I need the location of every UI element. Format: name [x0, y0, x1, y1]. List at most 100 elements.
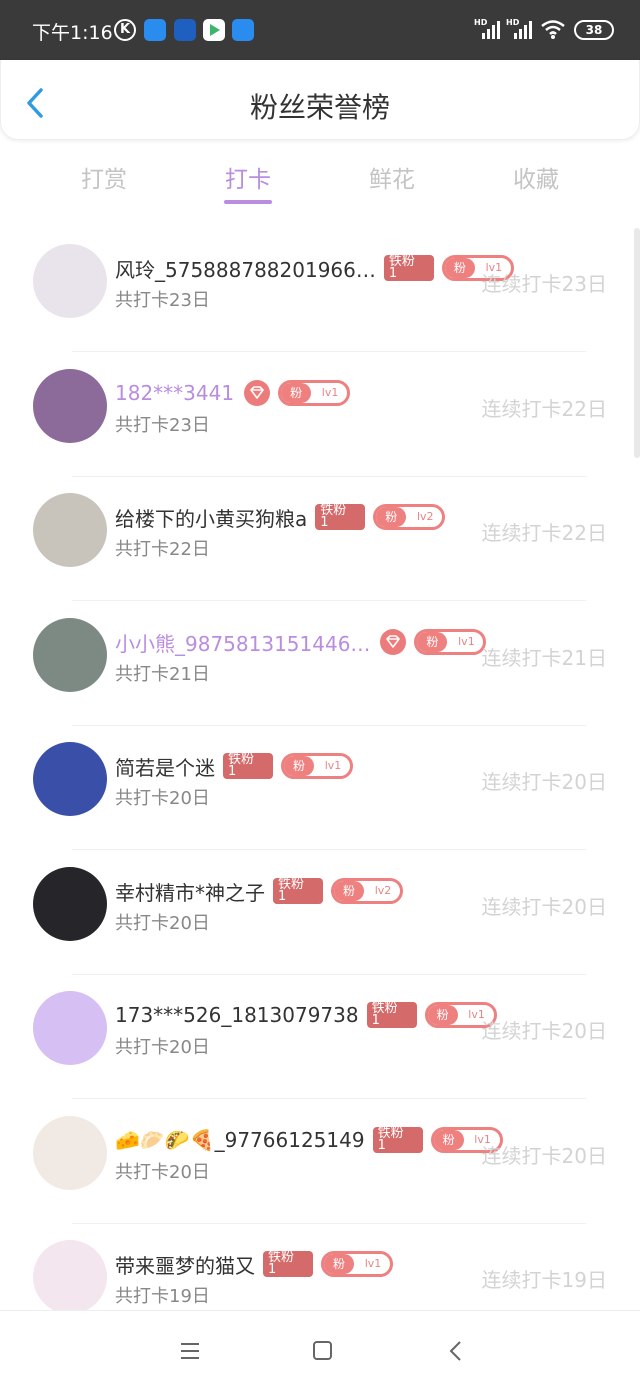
streak-days: 连续打卡22日 — [481, 521, 607, 545]
divider — [72, 351, 586, 352]
play-store-icon — [203, 19, 225, 41]
tab-reward[interactable]: 打赏 — [32, 150, 176, 210]
diamond-icon — [380, 629, 407, 655]
streak-days: 连续打卡20日 — [481, 1144, 607, 1168]
fan-badge-level: lv1 — [364, 1257, 382, 1270]
avatar[interactable] — [33, 1240, 107, 1310]
total-checkin-days: 共打卡22日 — [115, 539, 210, 560]
list-item[interactable]: 幸村精市*神之子 铁粉 1 粉 lv2 共打卡20日 连续打卡20日 — [0, 851, 640, 975]
tab-checkin[interactable]: 打卡 — [176, 150, 320, 210]
total-checkin-days: 共打卡19日 — [115, 1286, 210, 1307]
avatar[interactable] — [33, 618, 107, 692]
iron-fan-badge: 铁粉 1 — [383, 255, 434, 281]
iron-fan-badge: 铁粉 1 — [372, 1127, 423, 1153]
fan-badge-tag: 粉 — [433, 1130, 464, 1150]
list-item[interactable]: 带来噩梦的猫又 铁粉 1 粉 lv1 共打卡19日 连续打卡19日 — [0, 1224, 640, 1310]
streak-days: 连续打卡23日 — [481, 272, 607, 296]
iron-fan-badge: 铁粉 1 — [223, 753, 273, 779]
avatar[interactable] — [33, 742, 107, 816]
iron-fan-badge-rank: 1 — [320, 515, 329, 530]
list-item[interactable]: 风玲_575888788201966… 铁粉 1 粉 lv1 共打卡23日 连续打卡23日 — [0, 228, 640, 352]
avatar[interactable] — [33, 991, 107, 1065]
fan-badge-level: lv2 — [374, 884, 392, 897]
menu-button[interactable] — [178, 1339, 204, 1363]
total-checkin-days: 共打卡23日 — [115, 415, 210, 436]
menu-icon — [181, 1343, 199, 1359]
list-item[interactable]: 给楼下的小黄买狗粮a 铁粉 1 粉 lv2 共打卡22日 连续打卡22日 — [0, 477, 640, 601]
list-item[interactable]: 182***3441 粉 lv1 共打卡23日 连续打卡22日 — [0, 353, 640, 477]
tab-flowers[interactable]: 鲜花 — [320, 150, 464, 210]
total-checkin-days: 共打卡20日 — [115, 1037, 210, 1058]
list-item[interactable]: 🧀🥟🌮🍕_97766125149 铁粉 1 粉 lv1 共打卡20日 连续打卡20日 — [0, 1100, 640, 1224]
user-name[interactable]: 🧀🥟🌮🍕_97766125149 — [115, 1128, 365, 1152]
user-name[interactable]: 小小熊_9875813151446… — [115, 628, 370, 657]
streak-days: 连续打卡20日 — [481, 895, 607, 919]
avatar[interactable] — [33, 1116, 107, 1190]
list-item[interactable]: 173***526_1813079738 铁粉 1 粉 lv1 共打卡20日 连续打卡20日 — [0, 975, 640, 1099]
fan-level-badge: 粉 lv2 — [331, 878, 403, 904]
app-notification-icon — [232, 19, 254, 41]
fan-badge-level: lv2 — [416, 510, 434, 523]
iron-fan-badge: 铁粉 1 — [315, 504, 366, 530]
avatar[interactable] — [33, 867, 107, 941]
diamond-icon — [244, 380, 271, 406]
list-item[interactable]: 简若是个迷 铁粉 1 粉 lv1 共打卡20日 连续打卡20日 — [0, 726, 640, 850]
signal-icon: HD — [506, 18, 532, 41]
home-button[interactable] — [310, 1339, 336, 1363]
battery-indicator: 38 — [574, 20, 614, 40]
user-name-line: 173***526_1813079738 铁粉 1 粉 lv1 — [115, 1000, 497, 1030]
system-nav-bar — [0, 1310, 640, 1387]
home-square-icon — [313, 1341, 332, 1360]
total-checkin-days: 共打卡20日 — [115, 788, 210, 809]
fan-badge-tag: 粉 — [417, 632, 448, 652]
signal-icon: HD — [474, 18, 500, 41]
avatar[interactable] — [33, 244, 107, 318]
user-name[interactable]: 幸村精市*神之子 — [115, 877, 265, 906]
app-notification-icon — [174, 19, 196, 41]
iron-fan-badge: 铁粉 1 — [273, 878, 323, 904]
user-name[interactable]: 173***526_1813079738 — [115, 1003, 359, 1027]
tab-bar: 打赏 打卡 鲜花 收藏 — [32, 150, 608, 210]
total-checkin-days: 共打卡20日 — [115, 1162, 210, 1183]
fan-level-badge: 粉 lv2 — [373, 504, 446, 530]
avatar[interactable] — [33, 369, 107, 443]
total-checkin-days: 共打卡20日 — [115, 913, 210, 934]
fan-badge-tag: 粉 — [281, 383, 312, 403]
iron-fan-badge-rank: 1 — [388, 266, 398, 281]
user-name-line: 给楼下的小黄买狗粮a 铁粉 1 粉 lv2 — [115, 502, 446, 532]
system-back-button[interactable] — [444, 1339, 470, 1363]
user-name[interactable]: 风玲_575888788201966… — [115, 254, 376, 283]
total-checkin-days: 共打卡23日 — [115, 290, 210, 311]
fan-badge-tag: 粉 — [334, 881, 364, 901]
fan-badge-tag: 粉 — [284, 756, 314, 776]
fan-badge-level: lv1 — [458, 635, 475, 648]
fan-badge-tag: 粉 — [427, 1005, 458, 1025]
iron-fan-badge-rank: 1 — [377, 1138, 386, 1153]
user-name-line: 幸村精市*神之子 铁粉 1 粉 lv2 — [115, 876, 403, 906]
streak-days: 连续打卡19日 — [481, 1268, 607, 1292]
user-name[interactable]: 给楼下的小黄买狗粮a — [115, 503, 307, 532]
list-item[interactable]: 小小熊_9875813151446… 粉 lv1 共打卡21日 连续打卡21日 — [0, 602, 640, 726]
iron-fan-badge-rank: 1 — [278, 889, 287, 904]
user-name[interactable]: 182***3441 — [115, 381, 234, 405]
fan-level-badge: 粉 lv1 — [321, 1251, 393, 1277]
header: 粉丝荣誉榜 — [0, 60, 640, 140]
avatar[interactable] — [33, 493, 107, 567]
user-name[interactable]: 简若是个迷 — [115, 752, 215, 781]
scrollbar[interactable] — [634, 228, 640, 458]
user-name[interactable]: 带来噩梦的猫又 — [115, 1250, 255, 1279]
iron-fan-badge-rank: 1 — [268, 1262, 277, 1277]
fan-level-badge: 粉 lv1 — [414, 629, 487, 655]
app-notification-icon — [144, 19, 166, 41]
page-title: 粉丝荣誉榜 — [249, 91, 390, 124]
fan-badge-tag: 粉 — [376, 507, 407, 527]
tab-favorites[interactable]: 收藏 — [464, 150, 608, 210]
wifi-icon — [540, 18, 566, 40]
user-name-line: 简若是个迷 铁粉 1 粉 lv1 — [115, 751, 353, 781]
iron-fan-badge: 铁粉 1 — [263, 1251, 313, 1277]
fan-badge-tag: 粉 — [444, 258, 475, 278]
fan-badge-level: lv1 — [324, 759, 342, 772]
back-triangle-icon — [449, 1341, 461, 1361]
streak-days: 连续打卡20日 — [481, 1019, 607, 1043]
user-name-line: 带来噩梦的猫又 铁粉 1 粉 lv1 — [115, 1249, 393, 1279]
